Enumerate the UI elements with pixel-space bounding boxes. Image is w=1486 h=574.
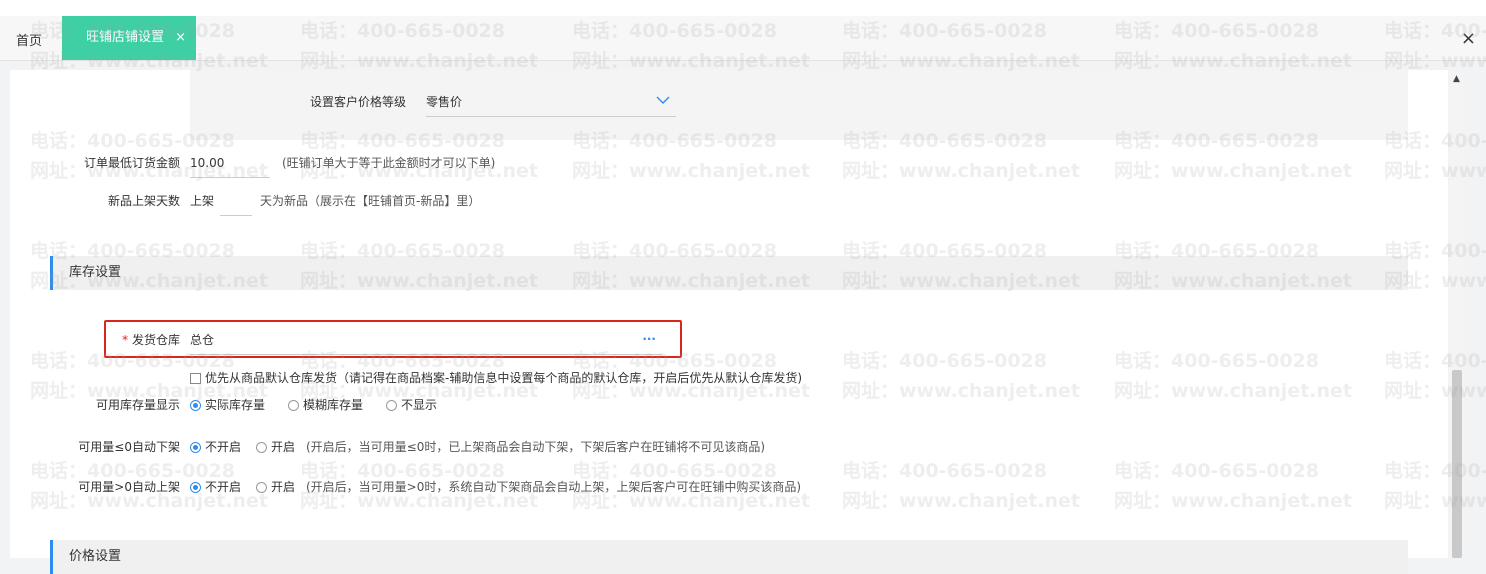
- radio-selected-icon: [190, 400, 201, 411]
- auto-off-option-disable[interactable]: 不开启: [190, 433, 241, 461]
- price-level-row: 设置客户价格等级 零售价: [10, 88, 710, 117]
- min-order-hint: (旺铺订单大于等于此金额时才可以下单): [282, 156, 496, 170]
- tab-bar: 首页 旺铺店铺设置 × ×: [0, 16, 1486, 61]
- new-days-label: 新品上架天数: [107, 194, 180, 208]
- stock-section-header: 库存设置: [50, 256, 1408, 290]
- price-level-value: 零售价: [426, 95, 463, 109]
- radio-selected-icon: [190, 442, 201, 453]
- stock-display-option-hide[interactable]: 不显示: [386, 391, 437, 419]
- auto-off-row: 可用量≤0自动下架 不开启 开启 (开启后，当可用量≤0时，已上架商品会自动下架…: [10, 433, 910, 461]
- auto-on-hint: (开启后，当可用量>0时，系统自动下架商品会自动上架，上架后客户可在旺铺中购买该…: [306, 480, 802, 494]
- auto-off-label: 可用量≤0自动下架: [78, 440, 180, 454]
- new-days-prefix: 上架: [190, 194, 215, 208]
- warehouse-label-text: 发货仓库: [131, 333, 180, 347]
- auto-off-option-enable[interactable]: 开启: [256, 433, 295, 461]
- tab-close-icon[interactable]: ×: [175, 16, 186, 60]
- more-icon[interactable]: ···: [642, 325, 656, 353]
- auto-on-option-label: 开启: [271, 480, 296, 494]
- radio-icon: [256, 442, 267, 453]
- auto-on-option-disable[interactable]: 不开启: [190, 473, 241, 501]
- close-icon[interactable]: ×: [1461, 28, 1476, 49]
- stock-display-option-label: 不显示: [401, 398, 438, 412]
- price-level-label: 设置客户价格等级: [309, 95, 406, 109]
- auto-on-option-label: 不开启: [205, 480, 242, 494]
- tab-home[interactable]: 首页: [16, 30, 42, 49]
- radio-icon: [256, 482, 267, 493]
- tab-shop-settings-label: 旺铺店铺设置: [86, 30, 165, 45]
- warehouse-label: * 发货仓库: [10, 326, 180, 354]
- scroll-up-arrow-icon[interactable]: ▲: [1453, 74, 1460, 84]
- auto-off-hint: (开启后，当可用量≤0时，已上架商品会自动下架，下架后客户在旺铺将不可见该商品): [306, 440, 766, 454]
- required-mark: *: [122, 333, 129, 347]
- warehouse-input[interactable]: 总仓 ···: [190, 326, 662, 355]
- price-level-select[interactable]: 零售价: [426, 88, 676, 117]
- chevron-down-icon: [656, 96, 670, 104]
- warehouse-row: * 发货仓库 总仓 ···: [10, 326, 710, 355]
- min-order-input[interactable]: 10.00: [190, 149, 270, 178]
- auto-on-label: 可用量>0自动上架: [78, 480, 180, 494]
- settings-panel: 设置客户价格等级 零售价 订单最低订货金额 10.00 (旺铺订单大于等于此金额…: [10, 70, 1448, 574]
- new-days-suffix: 天为新品（展示在【旺铺首页-新品】里）: [260, 194, 481, 208]
- stock-display-label: 可用库存量显示: [95, 398, 180, 412]
- auto-on-option-enable[interactable]: 开启: [256, 473, 295, 501]
- stock-display-option-label: 模糊库存量: [303, 398, 364, 412]
- new-days-input[interactable]: [220, 187, 252, 216]
- scroll-thumb[interactable]: [1452, 370, 1462, 558]
- stock-display-option-actual[interactable]: 实际库存量: [190, 391, 265, 419]
- radio-icon: [288, 400, 299, 411]
- default-warehouse-checkbox[interactable]: [190, 373, 201, 384]
- tab-shop-settings[interactable]: 旺铺店铺设置 ×: [62, 16, 196, 60]
- vertical-scrollbar[interactable]: ▲: [1450, 70, 1464, 558]
- min-order-label: 订单最低订货金额: [83, 156, 180, 170]
- price-section-header: 价格设置: [50, 540, 1408, 574]
- radio-selected-icon: [190, 482, 201, 493]
- auto-off-option-label: 不开启: [205, 440, 242, 454]
- top-toolbar-strip: [0, 0, 1486, 17]
- stock-display-option-fuzzy[interactable]: 模糊库存量: [288, 391, 363, 419]
- new-days-row: 新品上架天数 上架 天为新品（展示在【旺铺首页-新品】里）: [10, 187, 710, 216]
- stock-display-row: 可用库存量显示 实际库存量 模糊库存量 不显示: [10, 391, 710, 419]
- auto-on-row: 可用量>0自动上架 不开启 开启 (开启后，当可用量>0时，系统自动下架商品会自…: [10, 473, 910, 501]
- auto-off-option-label: 开启: [271, 440, 296, 454]
- radio-icon: [386, 400, 397, 411]
- warehouse-value: 总仓: [190, 333, 215, 347]
- stock-display-option-label: 实际库存量: [205, 398, 266, 412]
- min-order-row: 订单最低订货金额 10.00 (旺铺订单大于等于此金额时才可以下单): [10, 149, 710, 178]
- default-warehouse-row: 优先从商品默认仓库发货（请记得在商品档案-辅助信息中设置每个商品的默认仓库，开启…: [190, 364, 890, 392]
- default-warehouse-text: 优先从商品默认仓库发货（请记得在商品档案-辅助信息中设置每个商品的默认仓库，开启…: [205, 371, 803, 385]
